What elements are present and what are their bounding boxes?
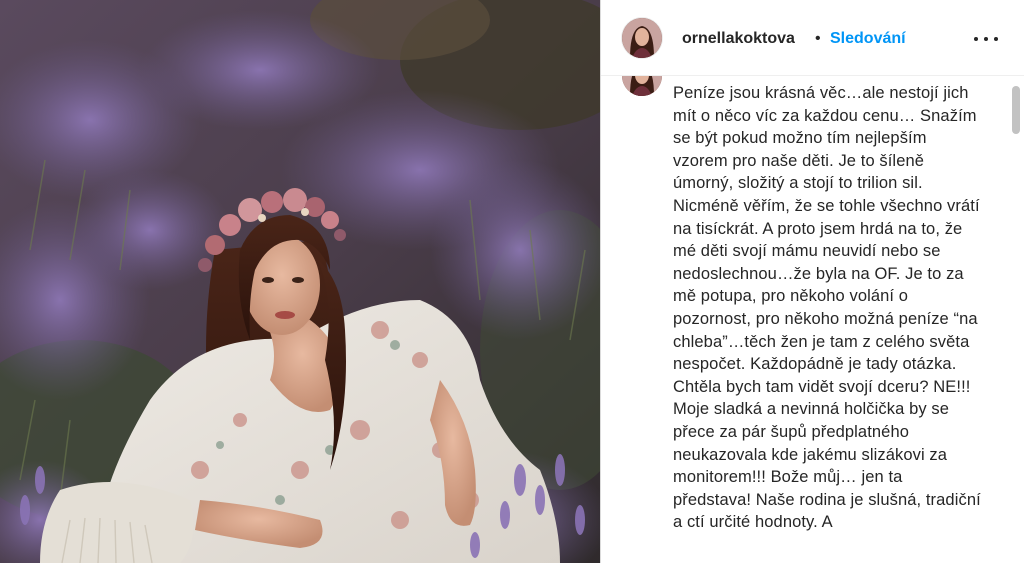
avatar[interactable]: [622, 18, 662, 58]
post-header: ornellakoktova • Sledování: [601, 0, 1024, 76]
avatar-image: [622, 18, 662, 58]
comments-section[interactable]: Peníze jsou krásná věc…ale nestojí jich …: [601, 76, 1024, 563]
more-dot: [984, 37, 988, 41]
caption-avatar[interactable]: [622, 76, 662, 96]
more-dot: [994, 37, 998, 41]
follow-button[interactable]: Sledování: [830, 29, 906, 49]
photo-illustration: [0, 0, 600, 563]
scrollbar-thumb[interactable]: [1012, 86, 1020, 134]
post-photo[interactable]: [0, 0, 600, 563]
more-dot: [974, 37, 978, 41]
post-side-panel: ornellakoktova • Sledování Peníze jsou k…: [600, 0, 1024, 563]
avatar-image: [622, 76, 662, 96]
more-options-icon[interactable]: [974, 28, 998, 50]
username-link[interactable]: ornellakoktova: [682, 29, 795, 49]
post-caption: Peníze jsou krásná věc…ale nestojí jich …: [673, 84, 981, 532]
separator-dot: •: [815, 30, 821, 47]
